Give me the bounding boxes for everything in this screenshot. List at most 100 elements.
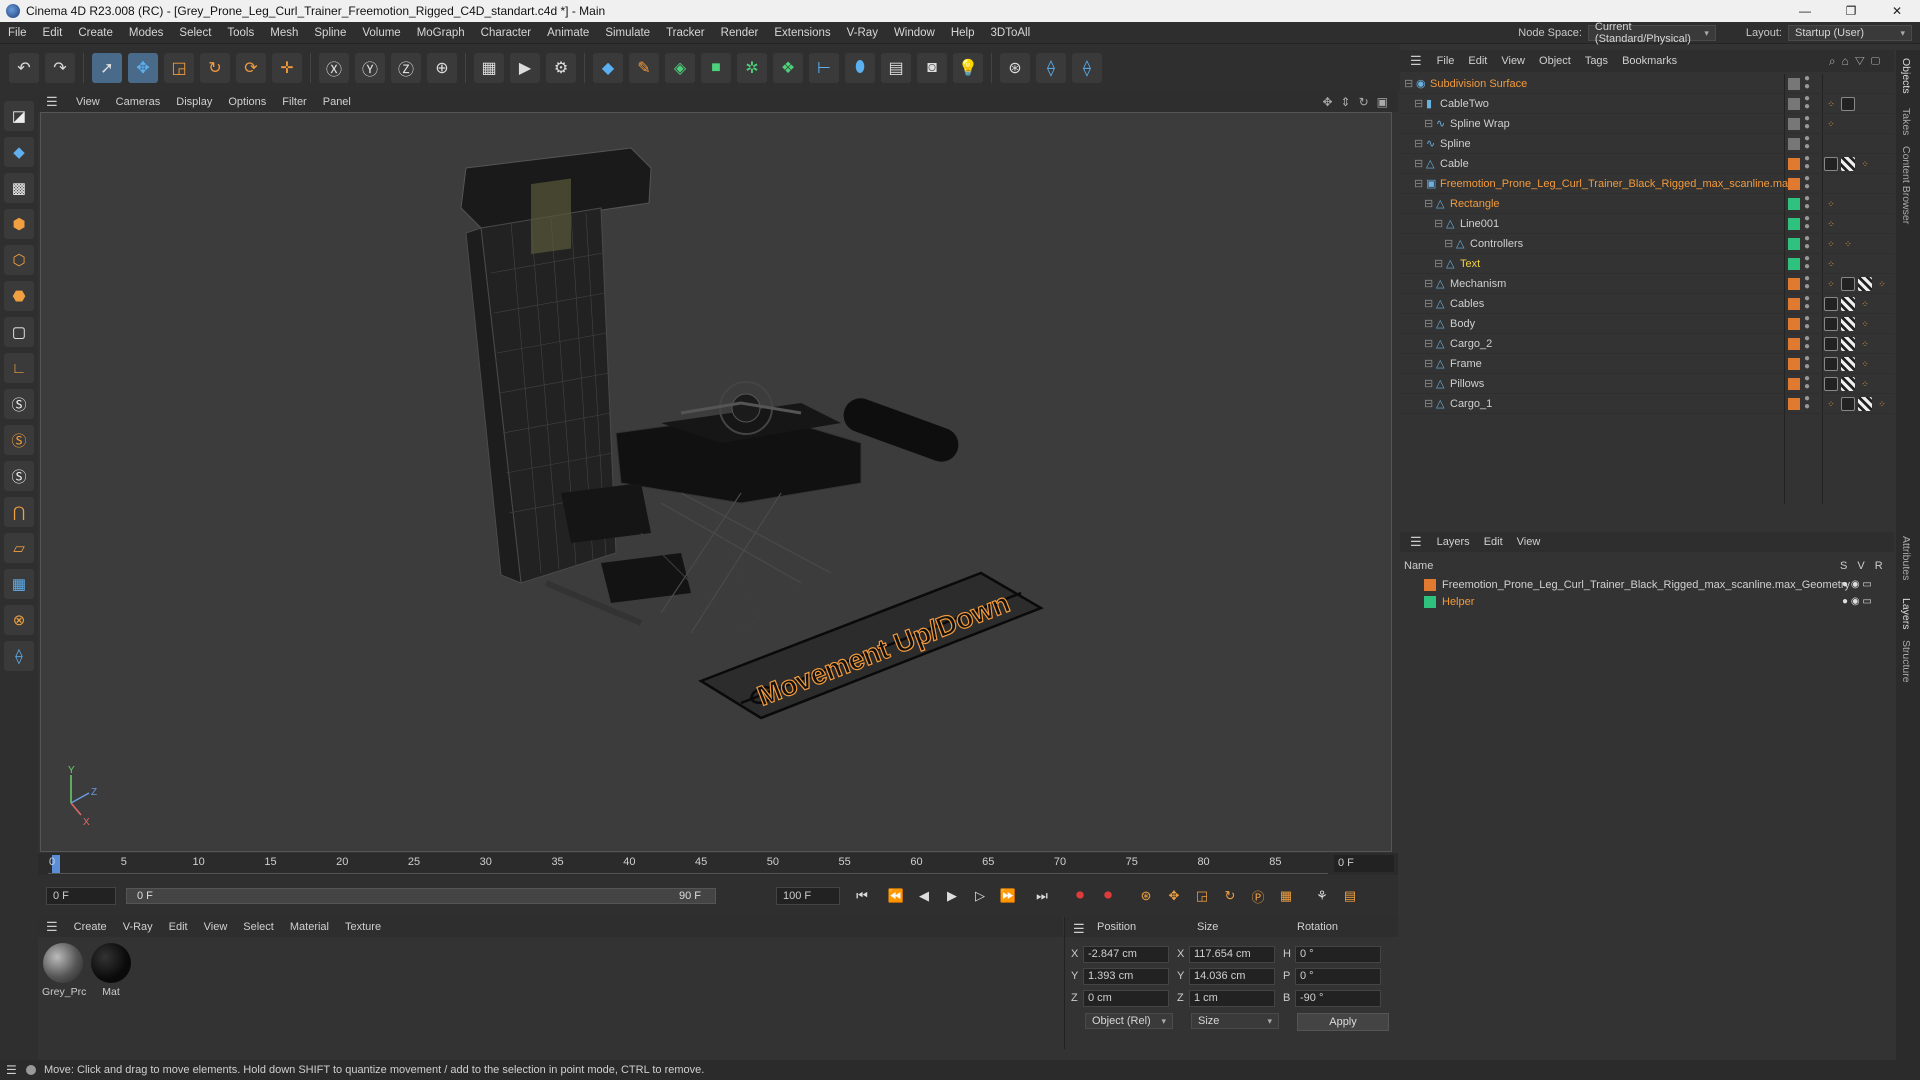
object-menu-edit[interactable]: Edit bbox=[1461, 55, 1494, 67]
python-icon[interactable]: ⟠ bbox=[4, 641, 34, 671]
menu-spline[interactable]: Spline bbox=[306, 27, 354, 39]
material-tag-icon[interactable] bbox=[1824, 297, 1838, 311]
expand-toggle-icon[interactable]: ⊟ bbox=[1444, 237, 1453, 250]
expand-toggle-icon[interactable]: ⊟ bbox=[1434, 257, 1443, 270]
timeline-ruler[interactable]: 051015202530354045505560657075808590 0 F bbox=[38, 853, 1398, 875]
object-layer-swatch[interactable] bbox=[1788, 238, 1800, 250]
key-parameter-icon[interactable]: Ⓟ bbox=[1246, 884, 1270, 908]
position-y-field[interactable]: 1.393 cm bbox=[1083, 967, 1169, 985]
expand-toggle-icon[interactable]: ⊟ bbox=[1424, 337, 1433, 350]
menu-vray[interactable]: V-Ray bbox=[839, 27, 886, 39]
motion-mode-icon[interactable]: ⚘ bbox=[1310, 884, 1334, 908]
apply-button[interactable]: Apply bbox=[1297, 1013, 1389, 1031]
object-row[interactable]: ⊟ △ Body ● ● ⁘ bbox=[1400, 314, 1894, 334]
texture-mode-icon[interactable]: ▩ bbox=[4, 173, 34, 203]
render-picture-viewer-icon[interactable]: ▶ bbox=[510, 53, 540, 83]
python-icon[interactable]: ⟠ bbox=[1036, 53, 1066, 83]
expand-toggle-icon[interactable]: ⊟ bbox=[1424, 297, 1433, 310]
object-manager-search-icons[interactable]: ⌕⌂▽▢ bbox=[1829, 54, 1886, 69]
xpresso-tag-icon[interactable]: ⁘ bbox=[1824, 217, 1838, 231]
pen-spline-icon[interactable]: ✎ bbox=[629, 53, 659, 83]
xpresso-tag-icon[interactable]: ⁘ bbox=[1824, 237, 1838, 251]
menu-help[interactable]: Help bbox=[943, 27, 983, 39]
key-pla-icon[interactable]: ▦ bbox=[1274, 884, 1298, 908]
layer-menu-layers[interactable]: Layers bbox=[1430, 536, 1477, 548]
render-settings-icon[interactable]: ⚙ bbox=[546, 53, 576, 83]
visibility-dots-icon[interactable]: ● ● bbox=[1804, 194, 1810, 212]
menu-mograph[interactable]: MoGraph bbox=[409, 27, 473, 39]
object-row[interactable]: ⊟ △ Line001 ● ● ⁘ bbox=[1400, 214, 1894, 234]
size-y-field[interactable]: 14.036 cm bbox=[1189, 967, 1275, 985]
workplane-icon[interactable]: ▱ bbox=[4, 533, 34, 563]
layout-dropdown[interactable]: Startup (User) bbox=[1788, 25, 1912, 41]
start-frame-field[interactable]: 0 F bbox=[46, 887, 116, 905]
texture-tag-icon[interactable] bbox=[1841, 297, 1855, 311]
object-menu-view[interactable]: View bbox=[1494, 55, 1532, 67]
visibility-dots-icon[interactable]: ● ● bbox=[1804, 334, 1810, 352]
object-row[interactable]: ⊟ ∿ Spline Wrap ● ● ⁘ bbox=[1400, 114, 1894, 134]
material-tag-icon[interactable] bbox=[1824, 317, 1838, 331]
expand-toggle-icon[interactable]: ⊟ bbox=[1424, 397, 1433, 410]
frame-range-slider[interactable]: 0 F 90 F bbox=[126, 888, 716, 904]
visibility-dots-icon[interactable]: ● ● bbox=[1804, 394, 1810, 412]
expand-toggle-icon[interactable]: ⊟ bbox=[1424, 117, 1433, 130]
size-x-field[interactable]: 117.654 cm bbox=[1189, 945, 1275, 963]
object-menu-object[interactable]: Object bbox=[1532, 55, 1578, 67]
create-tool-icon[interactable]: ✛ bbox=[272, 53, 302, 83]
light-icon[interactable]: 💡 bbox=[953, 53, 983, 83]
object-row[interactable]: ⊟ △ Text ● ● ⁘ bbox=[1400, 254, 1894, 274]
xpresso-tag-icon[interactable]: ⁘ bbox=[1858, 317, 1872, 331]
play-icon[interactable]: ▶ bbox=[940, 884, 964, 908]
redo-icon[interactable]: ↷ bbox=[45, 53, 75, 83]
texture-tag-icon[interactable] bbox=[1858, 277, 1872, 291]
toggle-view-icon[interactable]: ▣ bbox=[1377, 95, 1388, 109]
previous-frame-icon[interactable]: ◀ bbox=[912, 884, 936, 908]
texture-tag-icon[interactable] bbox=[1841, 357, 1855, 371]
3d-viewport[interactable]: Movement Up/Down Y Z X bbox=[40, 112, 1392, 852]
material-menu-create[interactable]: Create bbox=[66, 921, 115, 933]
xpresso-tag-icon[interactable]: ⁘ bbox=[1824, 397, 1838, 411]
visibility-dots-icon[interactable]: ● ● bbox=[1804, 154, 1810, 172]
mograph-icon[interactable]: ❖ bbox=[773, 53, 803, 83]
layer-row[interactable]: Freemotion_Prone_Leg_Curl_Trainer_Black_… bbox=[1400, 576, 1894, 593]
menu-select[interactable]: Select bbox=[171, 27, 219, 39]
object-row[interactable]: ⊟ △ Controllers ● ● ⁘ ⁘ bbox=[1400, 234, 1894, 254]
xpresso-tag-icon[interactable]: ⁘ bbox=[1824, 197, 1838, 211]
xpresso-tag-icon[interactable]: ⁘ bbox=[1858, 297, 1872, 311]
rotation-p-field[interactable]: 0 ° bbox=[1295, 967, 1381, 985]
recent-tools-icon[interactable]: ⟳ bbox=[236, 53, 266, 83]
lock-workplane-icon[interactable]: ⊗ bbox=[4, 605, 34, 635]
object-layer-swatch[interactable] bbox=[1788, 258, 1800, 270]
menu-tracker[interactable]: Tracker bbox=[658, 27, 713, 39]
subdivision-icon[interactable]: ◈ bbox=[665, 53, 695, 83]
texture-tag-icon[interactable] bbox=[1841, 377, 1855, 391]
xpresso-tag-icon[interactable]: ⁘ bbox=[1841, 237, 1855, 251]
menu-edit[interactable]: Edit bbox=[35, 27, 71, 39]
menu-3dtoall[interactable]: 3DToAll bbox=[983, 27, 1039, 39]
node-space-dropdown[interactable]: Current (Standard/Physical) bbox=[1587, 21, 1716, 45]
material-tag-icon[interactable] bbox=[1841, 397, 1855, 411]
viewport-menu-view[interactable]: View bbox=[68, 96, 108, 108]
object-row[interactable]: ⊟ ▣ Freemotion_Prone_Leg_Curl_Trainer_Blac… bbox=[1400, 174, 1894, 194]
visibility-dots-icon[interactable]: ● ● bbox=[1804, 274, 1810, 292]
move-tool-icon[interactable]: ✥ bbox=[128, 53, 158, 83]
maximize-button[interactable]: ❐ bbox=[1828, 0, 1874, 22]
material-tag-icon[interactable] bbox=[1841, 277, 1855, 291]
cloner-icon[interactable]: ✲ bbox=[737, 53, 767, 83]
menu-file[interactable]: File bbox=[0, 27, 35, 39]
key-rotation-icon[interactable]: ↻ bbox=[1218, 884, 1242, 908]
object-layer-swatch[interactable] bbox=[1788, 118, 1800, 130]
points-mode-icon[interactable]: ⬢ bbox=[4, 209, 34, 239]
rotation-h-field[interactable]: 0 ° bbox=[1295, 945, 1381, 963]
y-axis-lock-icon[interactable]: Ⓨ bbox=[355, 53, 385, 83]
object-layer-swatch[interactable] bbox=[1788, 298, 1800, 310]
object-layer-swatch[interactable] bbox=[1788, 178, 1800, 190]
material-menu-view[interactable]: View bbox=[196, 921, 236, 933]
menu-simulate[interactable]: Simulate bbox=[597, 27, 658, 39]
tab-takes[interactable]: Takes bbox=[1900, 108, 1912, 135]
object-row[interactable]: ⊟ △ Cable ● ● ⁘ bbox=[1400, 154, 1894, 174]
object-menu-bookmarks[interactable]: Bookmarks bbox=[1615, 55, 1684, 67]
next-frame-icon[interactable]: ▷ bbox=[968, 884, 992, 908]
scale-tool-icon[interactable]: ◲ bbox=[164, 53, 194, 83]
visibility-dots-icon[interactable]: ● ● bbox=[1804, 94, 1810, 112]
